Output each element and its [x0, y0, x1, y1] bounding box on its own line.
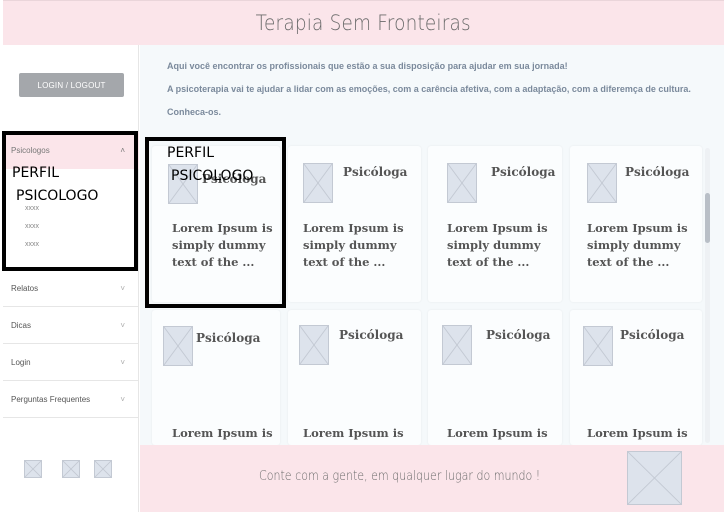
profile-image-placeholder-icon: [299, 325, 329, 365]
sidebar-item-label: Relatos: [11, 283, 39, 293]
card-title: Psicóloga: [196, 331, 261, 345]
profile-image-placeholder-icon: [587, 163, 617, 203]
site-header: Terapia Sem Fronteiras: [3, 0, 724, 45]
card-title: Psicóloga: [625, 165, 690, 179]
footer-message: Conte com a gente, em qualquer lugar do …: [259, 469, 541, 484]
image-placeholder-icon: [627, 451, 682, 505]
intro-line: Conheca-os.: [167, 107, 222, 117]
card-title: Psicóloga: [343, 165, 408, 179]
sidebar-item-relatos[interactable]: Relatos ˅: [3, 270, 139, 307]
psicologo-card[interactable]: Psicóloga Lorem Ipsum is simply dummy te…: [428, 146, 562, 302]
site-footer: Conte com a gente, em qualquer lugar do …: [140, 445, 724, 512]
profile-image-placeholder-icon: [163, 326, 193, 366]
annotation-label: PERFIL: [12, 165, 59, 181]
sidebar-item-label: Login: [11, 357, 31, 367]
card-text: Lorem Ipsum is simply dummy text of the …: [587, 221, 688, 269]
psicologo-card[interactable]: Psicóloga Lorem Ipsum is: [428, 310, 562, 445]
scrollbar[interactable]: [705, 148, 710, 443]
card-title: Psicóloga: [620, 328, 685, 342]
sidebar-item-dicas[interactable]: Dicas ˅: [3, 307, 139, 344]
sidebar: LOGIN / LOGOUT Psicologos ˄ xxxx xxxx xx…: [3, 45, 139, 512]
annotation-label: PSICOLOGO: [16, 188, 99, 204]
chevron-down-icon: ˅: [120, 357, 125, 367]
psicologo-card[interactable]: Psicóloga Lorem Ipsum is simply dummy te…: [288, 146, 421, 302]
login-logout-button[interactable]: LOGIN / LOGOUT: [19, 73, 124, 97]
card-text: Lorem Ipsum is simply dummy text of the …: [447, 221, 548, 269]
annotation-label: PSICOLOGO: [171, 168, 254, 184]
card-text: Lorem Ipsum is: [172, 426, 273, 440]
card-text: Lorem Ipsum is simply dummy text of the …: [303, 221, 404, 269]
sidebar-item-label: Perguntas Frequentes: [11, 394, 91, 404]
profile-image-placeholder-icon: [447, 163, 477, 203]
social-icon[interactable]: [62, 460, 80, 478]
profile-image-placeholder-icon: [303, 163, 333, 203]
card-title: Psicóloga: [491, 165, 556, 179]
psicologo-card[interactable]: Psicóloga Lorem Ipsum is simply dummy te…: [570, 146, 702, 302]
sidebar-item-perguntas-frequentes[interactable]: Perguntas Frequentes ˅: [3, 381, 139, 418]
chevron-down-icon: ˅: [120, 394, 125, 404]
sidebar-item-label: Dicas: [11, 320, 32, 330]
card-title: Psicóloga: [486, 328, 551, 342]
profile-image-placeholder-icon: [583, 326, 613, 366]
psicologo-card[interactable]: Psicóloga Lorem Ipsum is: [570, 310, 702, 445]
intro-text: Aqui você encontrar os profissionais que…: [167, 55, 707, 124]
chevron-down-icon: ˅: [120, 320, 125, 330]
psicologo-card[interactable]: Psicóloga Lorem Ipsum is: [288, 310, 421, 445]
sidebar-item-login[interactable]: Login ˅: [3, 344, 139, 381]
card-title: Psicóloga: [339, 328, 404, 342]
intro-line: Aqui você encontrar os profissionais que…: [167, 61, 568, 71]
social-icon[interactable]: [24, 460, 42, 478]
card-text: Lorem Ipsum is: [447, 426, 548, 440]
chevron-down-icon: ˅: [120, 283, 125, 293]
card-text: Lorem Ipsum is: [303, 426, 404, 440]
psicologo-card[interactable]: Psicóloga Lorem Ipsum is: [152, 310, 280, 445]
annotation-label: PERFIL: [167, 145, 214, 161]
profile-image-placeholder-icon: [442, 325, 472, 365]
annotation-box-card: [145, 137, 286, 308]
scrollbar-thumb[interactable]: [705, 193, 710, 243]
card-text: Lorem Ipsum is: [587, 426, 688, 440]
intro-line: A psicoterapia vai te ajudar a lidar com…: [167, 84, 691, 94]
social-icon[interactable]: [94, 460, 112, 478]
site-title: Terapia Sem Fronteiras: [255, 11, 472, 35]
